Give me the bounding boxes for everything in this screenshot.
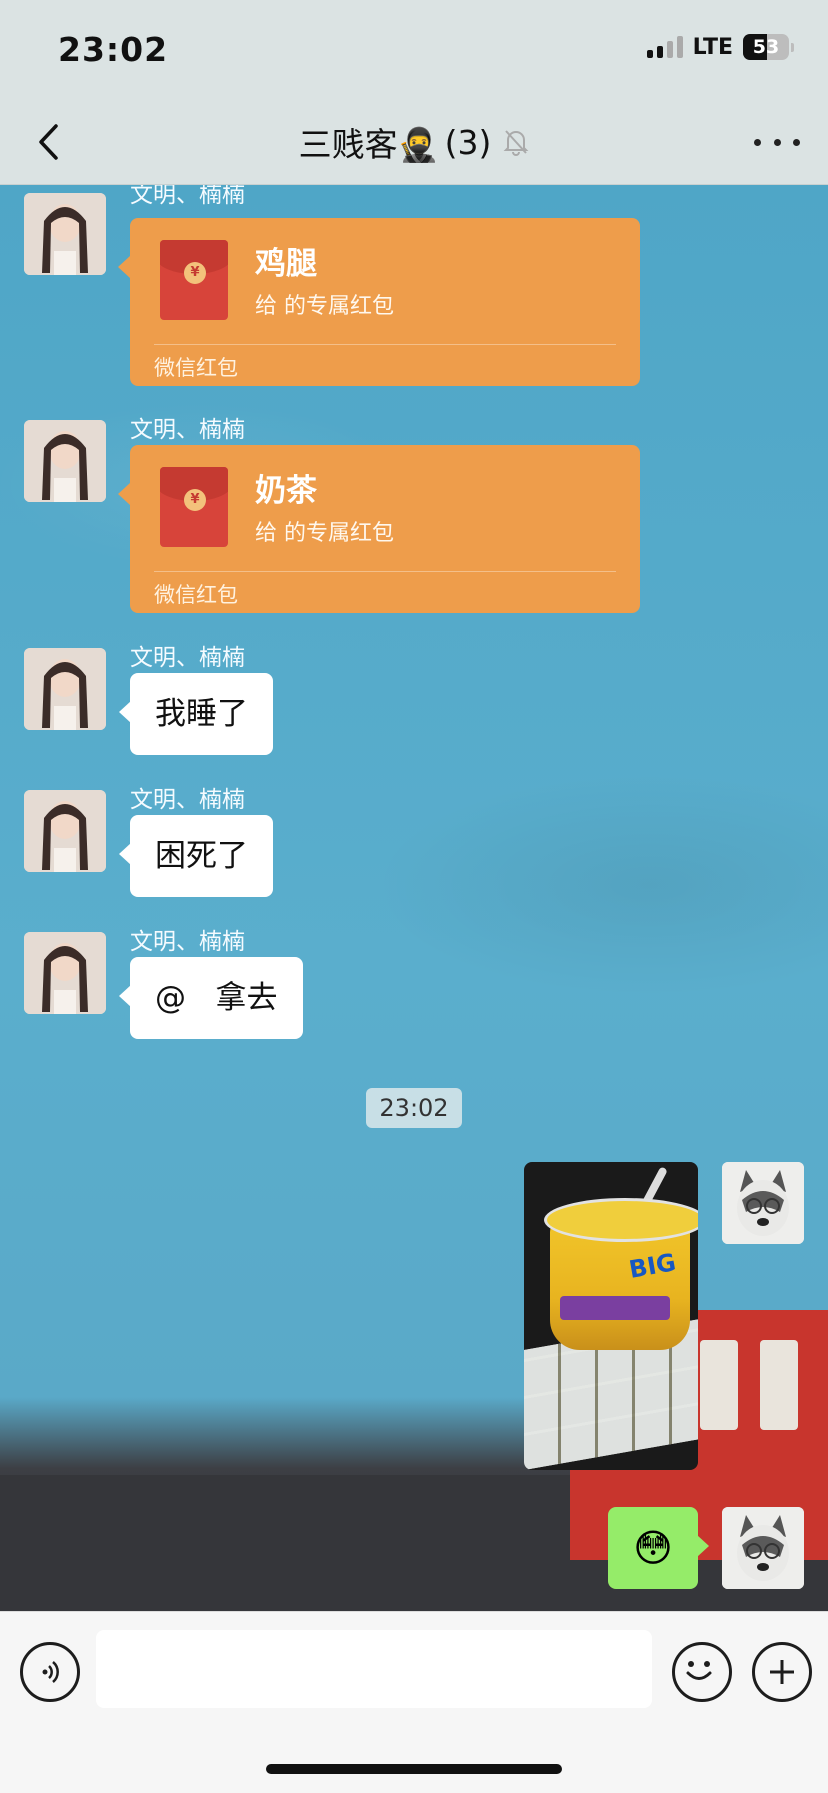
more-dot [754,138,761,146]
mute-bell-icon [503,128,529,156]
red-packet-message[interactable]: ¥ 奶茶 给 的专属红包 微信红包 [118,445,640,613]
status-time: 23:02 [58,30,169,69]
chat-message-list[interactable]: 文明、楠楠 ¥ 鸡腿 给 的专属红包 微信红包 文明、楠楠 ¥ 奶茶 给 的专属… [0,185,828,1611]
divider [154,571,616,572]
red-packet-subtitle: 给 的专属红包 [255,521,394,546]
voice-icon [42,1661,59,1683]
battery-tip [791,42,794,52]
member-count: (3) [444,122,492,162]
battery-level: 53 [752,36,780,58]
image-message[interactable]: BIG [524,1162,698,1470]
sender-name: 文明、楠楠 [130,645,245,671]
chat-header: 三贱客🥷 (3) [0,100,828,185]
emoji-message[interactable]: 😳 [608,1507,709,1589]
sender-name: 文明、楠楠 [130,417,245,443]
red-packet-icon: ¥ [160,467,228,547]
red-packet-message[interactable]: ¥ 鸡腿 给 的专属红包 微信红包 [118,218,640,386]
chat-title: 三贱客🥷 (3) [0,118,828,166]
plus-icon [770,1660,794,1684]
more-actions-button[interactable] [752,1642,812,1702]
more-dot [793,138,800,146]
battery-icon: 53 [743,34,789,60]
emoji-button[interactable] [672,1642,732,1702]
message-input[interactable] [96,1630,652,1708]
red-packet-subtitle: 给 的专属红包 [255,294,394,319]
voice-input-button[interactable] [20,1642,80,1702]
red-packet-footer: 微信红包 [154,356,238,380]
more-options-button[interactable] [754,130,800,154]
network-type: LTE [692,34,733,60]
my-avatar[interactable] [722,1507,804,1589]
sender-avatar[interactable] [24,420,106,502]
sender-name: 文明、楠楠 [130,929,245,955]
input-bar [0,1611,828,1793]
sender-avatar[interactable] [24,932,106,1014]
divider [154,344,616,345]
text-message[interactable]: 我睡了 [119,673,273,755]
group-name: 三贱客🥷 [298,125,439,164]
cellular-signal-icon [646,36,683,58]
home-indicator [266,1764,562,1774]
sender-avatar[interactable] [24,648,106,730]
text-message[interactable]: @ 拿去 [119,957,303,1039]
more-dot [773,138,781,146]
emoji-glyph: 😳 [633,1526,673,1570]
my-avatar[interactable] [722,1162,804,1244]
time-divider: 23:02 [366,1088,462,1128]
red-packet-title: 奶茶 [255,473,317,509]
sender-avatar[interactable] [24,790,106,872]
status-indicators: LTE 53 [646,34,794,60]
smiley-icon [686,1661,712,1680]
sender-name: 文明、楠楠 [130,787,245,813]
red-packet-footer: 微信红包 [154,583,238,607]
wallpaper-bus-window [760,1340,798,1430]
sender-name: 文明、楠楠 [130,185,245,208]
red-packet-title: 鸡腿 [255,246,317,282]
sender-avatar[interactable] [24,193,106,275]
wallpaper-bus-window [700,1340,738,1430]
red-packet-icon: ¥ [160,240,228,320]
status-bar: 23:02 LTE 53 [0,0,828,100]
text-message[interactable]: 困死了 [119,815,273,897]
